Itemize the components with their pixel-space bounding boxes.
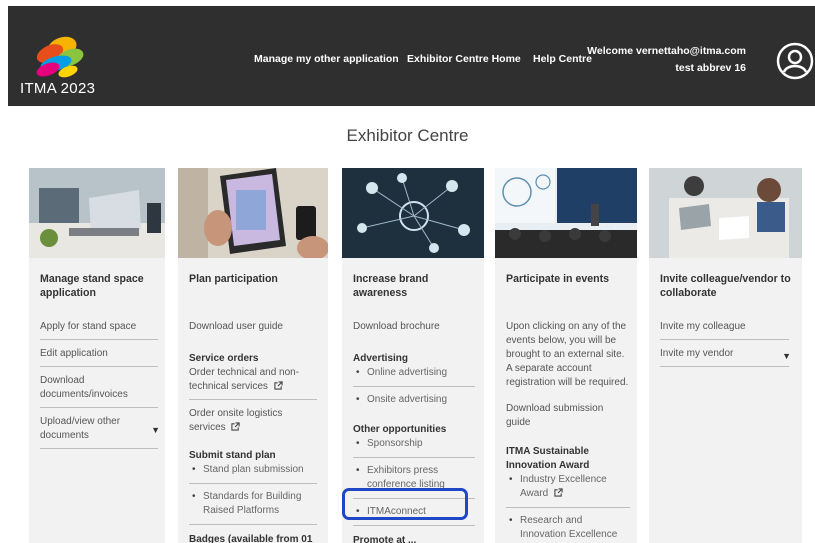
online-advertising-link[interactable]: Online advertising [353, 366, 475, 387]
welcome-email: Welcome vernettaho@itma.com [587, 45, 746, 57]
download-submission-guide-link[interactable]: Download submission guide [506, 402, 630, 435]
card-links: Invite my colleague Invite my vendor ▼ [660, 320, 791, 374]
promote-heading: Promote at ... [353, 535, 417, 543]
card-title: Increase brand awareness [353, 273, 429, 299]
team-meeting-image [649, 168, 802, 258]
invite-vendor-label: Invite my vendor [660, 348, 734, 359]
user-circle-icon[interactable] [776, 42, 814, 80]
order-logistics-link[interactable]: Order onsite logistics services [189, 407, 317, 440]
advertising-heading: Advertising [353, 353, 409, 364]
events-intro-text: Upon clicking on any of the events below… [506, 321, 629, 388]
industry-excellence-award-link[interactable]: Industry Excellence Award [506, 473, 630, 508]
external-link-icon [274, 381, 283, 390]
award-heading: ITMA Sustainable Innovation Award [506, 446, 590, 471]
download-brochure-link[interactable]: Download brochure [353, 320, 475, 339]
download-user-guide-link[interactable]: Download user guide [189, 320, 317, 339]
sponsorship-link[interactable]: Sponsorship [353, 437, 475, 458]
card-links: Download user guide Service orders Order… [189, 320, 317, 543]
external-link-icon [231, 422, 241, 431]
card-invite-collaborate: Invite colleague/vendor to collaborate I… [649, 168, 802, 543]
onsite-advertising-link[interactable]: Onsite advertising [353, 393, 475, 413]
invite-colleague-link[interactable]: Invite my colleague [660, 320, 789, 340]
other-opportunities-heading: Other opportunities [353, 424, 447, 435]
card-title: Plan participation [189, 273, 278, 285]
network-tech-image [342, 168, 484, 258]
top-header: ITMA 2023 Manage my other application Ex… [8, 6, 815, 106]
card-title: Invite colleague/vendor to collaborate [660, 273, 791, 299]
badges-heading: Badges (available from 01 Nov 2023) [189, 534, 313, 543]
download-documents-link[interactable]: Download documents/invoices [40, 374, 158, 408]
caret-down-icon[interactable]: ▼ [151, 423, 160, 437]
tablet-hands-image [178, 168, 328, 258]
industry-excellence-label: Industry Excellence Award [520, 474, 607, 499]
service-orders-heading: Service orders [189, 353, 259, 364]
research-excellence-label: Research and Innovation Excellence Award [520, 515, 618, 540]
card-links: Upon clicking on any of the events below… [506, 320, 630, 543]
card-brand-awareness: Increase brand awareness Download brochu… [342, 168, 484, 543]
card-title: Manage stand space application [40, 273, 144, 299]
invite-vendor-dropdown[interactable]: Invite my vendor ▼ [660, 347, 791, 367]
submit-stand-plan-heading: Submit stand plan [189, 450, 276, 461]
welcome-account: test abbrev 16 [675, 62, 746, 74]
stand-plan-submission-link[interactable]: Stand plan submission [189, 463, 317, 484]
itmaconnect-highlight-box [342, 488, 468, 520]
nav-exhibitor-centre-home[interactable]: Exhibitor Centre Home [407, 53, 521, 65]
logo-text: ITMA 2023 [20, 80, 96, 97]
upload-documents-dropdown[interactable]: Upload/view other documents ▼ [40, 415, 160, 449]
card-participate-events: Participate in events Upon clicking on a… [495, 168, 637, 543]
apply-stand-space-link[interactable]: Apply for stand space [40, 320, 158, 340]
card-title: Participate in events [506, 273, 610, 285]
card-links: Apply for stand space Edit application D… [40, 320, 160, 456]
research-excellence-award-link[interactable]: Research and Innovation Excellence Award [506, 514, 630, 543]
nav-manage-other-application[interactable]: Manage my other application [254, 53, 399, 65]
upload-documents-label: Upload/view other documents [40, 416, 121, 441]
external-link-icon [554, 488, 563, 497]
edit-application-link[interactable]: Edit application [40, 347, 158, 367]
conference-stage-image [495, 168, 637, 258]
nav-help-centre[interactable]: Help Centre [533, 53, 592, 65]
raised-platforms-standards-link[interactable]: Standards for Building Raised Platforms [189, 490, 317, 525]
office-laptop-image [29, 168, 165, 258]
caret-down-icon[interactable]: ▼ [782, 349, 791, 363]
card-manage-stand-space: Manage stand space application Apply for… [29, 168, 165, 543]
order-services-link[interactable]: Order technical and non-technical servic… [189, 366, 317, 400]
page-title: Exhibitor Centre [346, 126, 469, 145]
welcome-block: Welcome vernettaho@itma.com test abbrev … [587, 43, 746, 77]
card-plan-participation: Plan participation Download user guide S… [178, 168, 328, 543]
